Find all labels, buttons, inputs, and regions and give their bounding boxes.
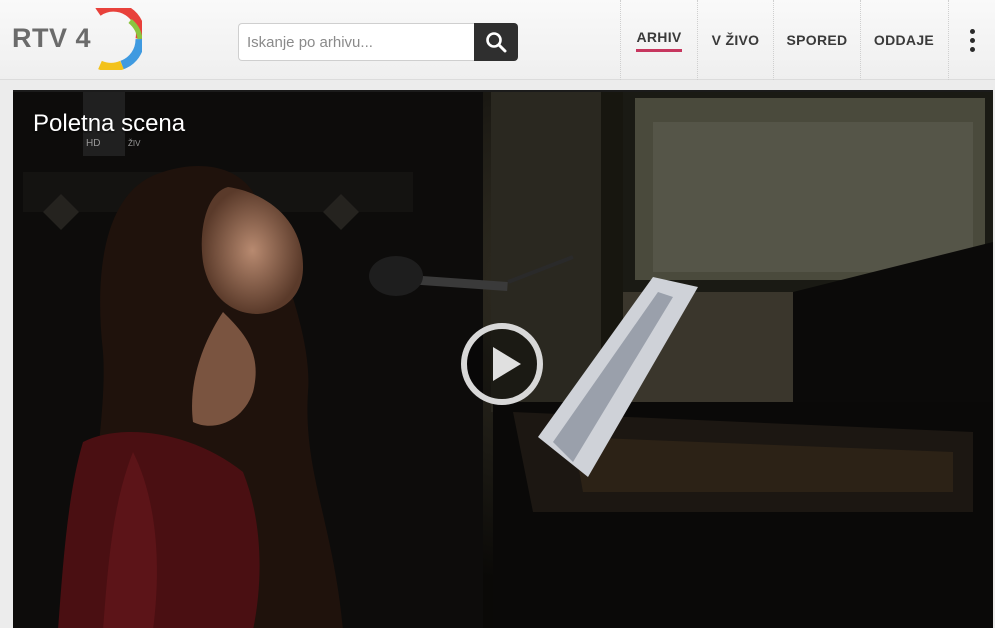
nav-item-v-zivo[interactable]: V ŽIVO (697, 0, 773, 80)
nav-item-oddaje[interactable]: ODDAJE (860, 0, 947, 80)
search-bar (238, 23, 518, 61)
logo-ring-icon (95, 8, 142, 70)
nav-item-label: V ŽIVO (711, 32, 760, 48)
video-title: Poletna scena (33, 110, 186, 137)
search-input[interactable] (238, 23, 475, 61)
nav-item-spored[interactable]: SPORED (773, 0, 860, 80)
live-mark: ŽIV (128, 139, 141, 148)
more-menu-button[interactable] (948, 0, 995, 80)
site-header: RTV 4 ARHIV V ŽIVO SPORED ODDAJE (0, 0, 995, 80)
vertical-dots-icon (969, 28, 975, 34)
nav-item-label: SPORED (786, 32, 848, 48)
search-icon (486, 32, 507, 53)
rtv4-logo[interactable]: RTV 4 (12, 8, 142, 72)
nav-item-label: ARHIV (636, 29, 682, 52)
main-nav: ARHIV V ŽIVO SPORED ODDAJE (620, 0, 947, 80)
hd-mark: HD (86, 138, 100, 149)
video-player[interactable]: HD ŽIV Poletna scena (13, 90, 993, 628)
search-button[interactable] (474, 23, 518, 61)
nav-item-arhiv[interactable]: ARHIV (620, 0, 697, 80)
nav-item-label: ODDAJE (873, 32, 935, 48)
play-button[interactable] (460, 322, 544, 406)
logo-text: RTV 4 (12, 23, 92, 53)
